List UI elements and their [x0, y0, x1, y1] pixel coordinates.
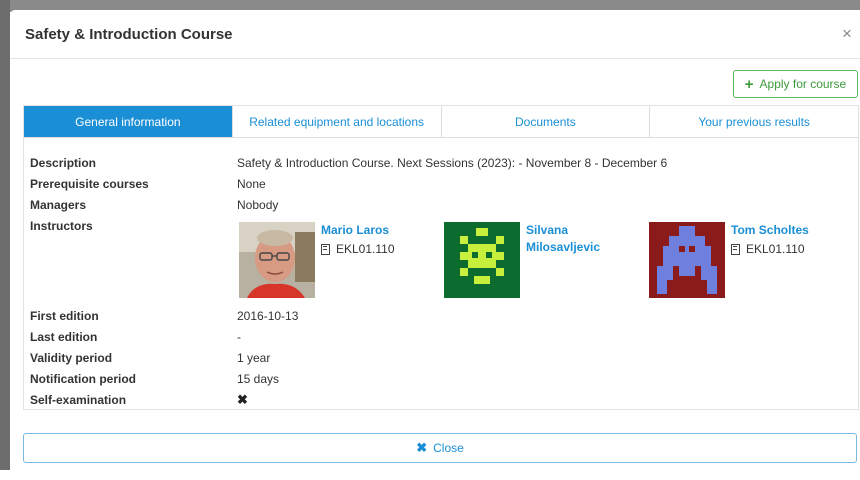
instructor-room: EKL01.110: [321, 242, 395, 256]
course-info-panel: General information Related equipment an…: [23, 105, 859, 410]
course-modal: Safety & Introduction Course × + Apply f…: [10, 10, 860, 480]
close-x-icon: ✖: [416, 440, 428, 455]
description-label: Description: [30, 156, 97, 170]
tab-bar: General information Related equipment an…: [24, 106, 858, 138]
validity-label: Validity period: [30, 351, 113, 365]
room-label: EKL01.110: [336, 242, 395, 256]
apply-button-label: Apply for course: [759, 77, 847, 91]
first-edition-label: First edition: [30, 309, 99, 323]
instructors-label: Instructors: [30, 219, 93, 233]
building-icon: [731, 243, 740, 255]
prereq-label: Prerequisite courses: [30, 177, 149, 191]
avatar: [239, 222, 315, 298]
notification-label: Notification period: [30, 372, 136, 386]
first-edition-value: 2016-10-13: [237, 309, 299, 323]
instructor-name-link[interactable]: Tom Scholtes: [731, 222, 841, 239]
tab-related-equipment[interactable]: Related equipment and locations: [232, 106, 442, 137]
tab-general-information[interactable]: General information: [24, 106, 233, 137]
last-edition-value: -: [237, 330, 241, 344]
avatar: [649, 222, 725, 298]
self-exam-label: Self-examination: [30, 393, 127, 407]
tab-previous-results[interactable]: Your previous results: [650, 106, 858, 137]
instructor-name-link[interactable]: Mario Laros: [321, 222, 431, 239]
last-edition-label: Last edition: [30, 330, 98, 344]
prereq-value: None: [237, 177, 266, 191]
apply-for-course-button[interactable]: + Apply for course: [733, 70, 858, 98]
managers-label: Managers: [30, 198, 87, 212]
notification-value: 15 days: [237, 372, 280, 386]
self-exam-x-icon: ✖: [237, 392, 248, 407]
modal-header: Safety & Introduction Course ×: [10, 10, 860, 59]
instructor-name-link[interactable]: Silvana Milosavljevic: [526, 222, 636, 256]
description-value: Safety & Introduction Course. Next Sessi…: [237, 156, 668, 170]
plus-icon: +: [744, 75, 754, 93]
backdrop-edge: [0, 0, 10, 470]
close-icon[interactable]: ×: [842, 25, 852, 42]
room-label: EKL01.110: [746, 242, 805, 256]
tab-documents[interactable]: Documents: [441, 106, 651, 137]
close-button[interactable]: ✖ Close: [23, 433, 857, 463]
building-icon: [321, 243, 330, 255]
managers-value: Nobody: [237, 198, 279, 212]
validity-value: 1 year: [237, 351, 271, 365]
instructor-room: EKL01.110: [731, 242, 805, 256]
avatar: [444, 222, 520, 298]
modal-title: Safety & Introduction Course: [25, 26, 233, 43]
close-button-label: Close: [433, 441, 464, 455]
